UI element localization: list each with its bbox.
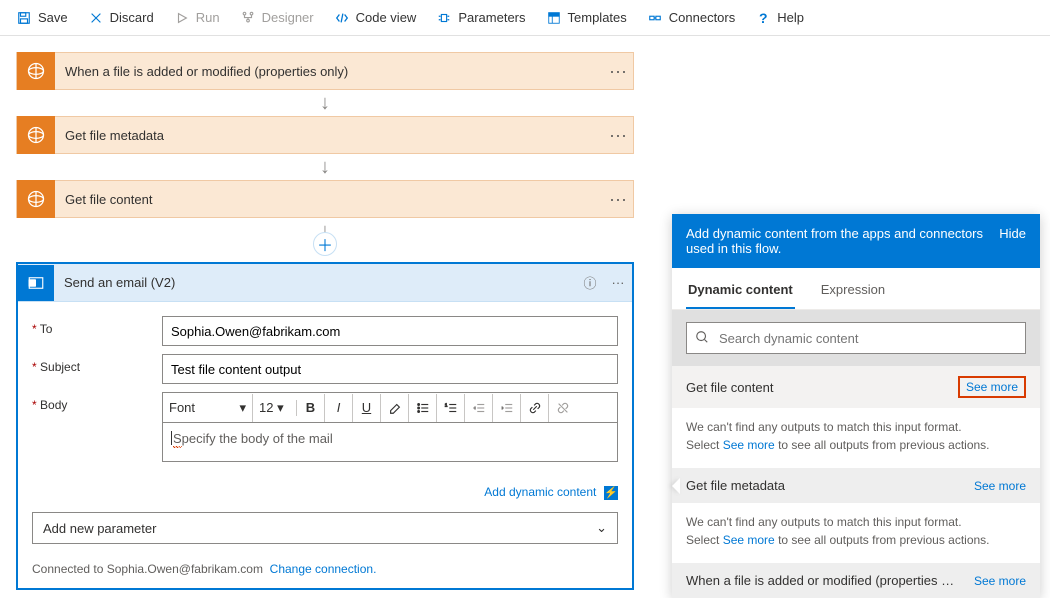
step-title: When a file is added or modified (proper… (55, 64, 603, 79)
see-more-link[interactable]: See more (723, 533, 775, 547)
parameters-icon (436, 10, 452, 26)
group-message: We can't find any outputs to match this … (672, 503, 1040, 563)
step-trigger[interactable]: When a file is added or modified (proper… (16, 52, 634, 90)
search-icon (695, 330, 709, 347)
underline-button[interactable]: U (353, 394, 381, 422)
dynamic-content-panel: Add dynamic content from the apps and co… (672, 214, 1040, 598)
designer-button: Designer (232, 6, 322, 30)
templates-button[interactable]: Templates (538, 6, 635, 30)
designer-icon (240, 10, 256, 26)
step-title: Send an email (V2) (54, 275, 576, 290)
tab-dynamic-content[interactable]: Dynamic content (686, 268, 795, 309)
connector-arrow: ↓ (16, 154, 634, 180)
connectors-icon (647, 10, 663, 26)
hide-button[interactable]: Hide (999, 226, 1026, 256)
panel-header: Add dynamic content from the apps and co… (672, 214, 1040, 268)
add-dynamic-content-link[interactable]: Add dynamic content (484, 485, 596, 499)
group-get-file-content: Get file content See more (672, 366, 1040, 408)
designer-canvas: When a file is added or modified (proper… (0, 36, 1050, 550)
font-size-select[interactable]: 12 ▾ (253, 400, 297, 416)
to-input[interactable] (162, 316, 618, 346)
discard-button[interactable]: Discard (80, 6, 162, 30)
step-get-metadata[interactable]: Get file metadata ··· (16, 116, 634, 154)
connectors-button[interactable]: Connectors (639, 6, 743, 30)
step-menu-icon[interactable]: ··· (603, 189, 633, 210)
number-list-button[interactable]: 1 (437, 394, 465, 422)
outdent-button[interactable] (465, 394, 493, 422)
search-input[interactable] (717, 330, 1017, 347)
panel-tabs: Dynamic content Expression (672, 268, 1040, 310)
help-icon: ? (755, 10, 771, 26)
chevron-down-icon: ▾ (277, 400, 284, 416)
unlink-button[interactable] (549, 394, 577, 422)
see-more-button[interactable]: See more (974, 479, 1026, 493)
see-more-link[interactable]: See more (723, 438, 775, 452)
subject-label: * Subject (32, 354, 162, 374)
group-message: We can't find any outputs to match this … (672, 408, 1040, 468)
save-icon (16, 10, 32, 26)
indent-button[interactable] (493, 394, 521, 422)
rich-text-toolbar: Font▾ 12 ▾ B I U 1 (162, 392, 618, 422)
chevron-down-icon: ⌄ (596, 520, 607, 536)
see-more-button[interactable]: See more (974, 574, 1026, 588)
body-label: * Body (32, 392, 162, 412)
chevron-down-icon: ▾ (239, 400, 246, 416)
to-label: * To (32, 316, 162, 336)
group-get-file-metadata: Get file metadata See more (672, 468, 1040, 503)
add-parameter-dropdown[interactable]: Add new parameter ⌄ (32, 512, 618, 544)
connector-arrow: ↓ ＋ (16, 218, 634, 244)
see-more-button[interactable]: See more (958, 376, 1026, 398)
sharepoint-icon (17, 116, 55, 154)
arrow-down-icon: ↓ (320, 154, 330, 180)
add-step-button[interactable]: ＋ (313, 232, 337, 256)
add-dynamic-icon[interactable]: ⚡ (604, 486, 618, 500)
toolbar: Save Discard Run Designer Code view Para… (0, 0, 1050, 36)
step-menu-icon[interactable]: ··· (603, 125, 633, 146)
codeview-button[interactable]: Code view (326, 6, 425, 30)
help-button[interactable]: ? Help (747, 6, 812, 30)
run-button: Run (166, 6, 228, 30)
step-title: Get file metadata (55, 128, 603, 143)
step-send-email: Send an email (V2) ⓘ ··· * To * Subject … (16, 262, 634, 590)
info-icon[interactable]: ⓘ (576, 273, 604, 292)
search-box[interactable] (686, 322, 1026, 354)
step-header[interactable]: Send an email (V2) ⓘ ··· (18, 264, 632, 302)
highlight-button[interactable] (381, 394, 409, 422)
step-menu-icon[interactable]: ··· (604, 275, 632, 290)
group-trigger: When a file is added or modified (proper… (672, 563, 1040, 598)
body-editor[interactable]: SSpecify the body of the mailpecify the … (162, 422, 618, 462)
arrow-down-icon: ↓ (320, 90, 330, 116)
bold-button[interactable]: B (297, 394, 325, 422)
subject-input[interactable] (162, 354, 618, 384)
connection-footer: Connected to Sophia.Owen@fabrikam.com Ch… (18, 554, 632, 588)
change-connection-link[interactable]: Change connection. (270, 562, 377, 576)
codeview-icon (334, 10, 350, 26)
sharepoint-icon (17, 52, 55, 90)
bullet-list-button[interactable] (409, 394, 437, 422)
step-title: Get file content (55, 192, 603, 207)
italic-button[interactable]: I (325, 394, 353, 422)
run-icon (174, 10, 190, 26)
tab-expression[interactable]: Expression (819, 268, 887, 309)
connector-arrow: ↓ (16, 90, 634, 116)
templates-icon (546, 10, 562, 26)
parameters-button[interactable]: Parameters (428, 6, 533, 30)
font-select[interactable]: Font▾ (163, 394, 253, 422)
sharepoint-icon (17, 180, 55, 218)
discard-icon (88, 10, 104, 26)
step-get-content[interactable]: Get file content ··· (16, 180, 634, 218)
step-menu-icon[interactable]: ··· (603, 61, 633, 82)
svg-text:1: 1 (444, 402, 447, 407)
link-button[interactable] (521, 394, 549, 422)
outlook-icon (18, 265, 54, 301)
save-button[interactable]: Save (8, 6, 76, 30)
